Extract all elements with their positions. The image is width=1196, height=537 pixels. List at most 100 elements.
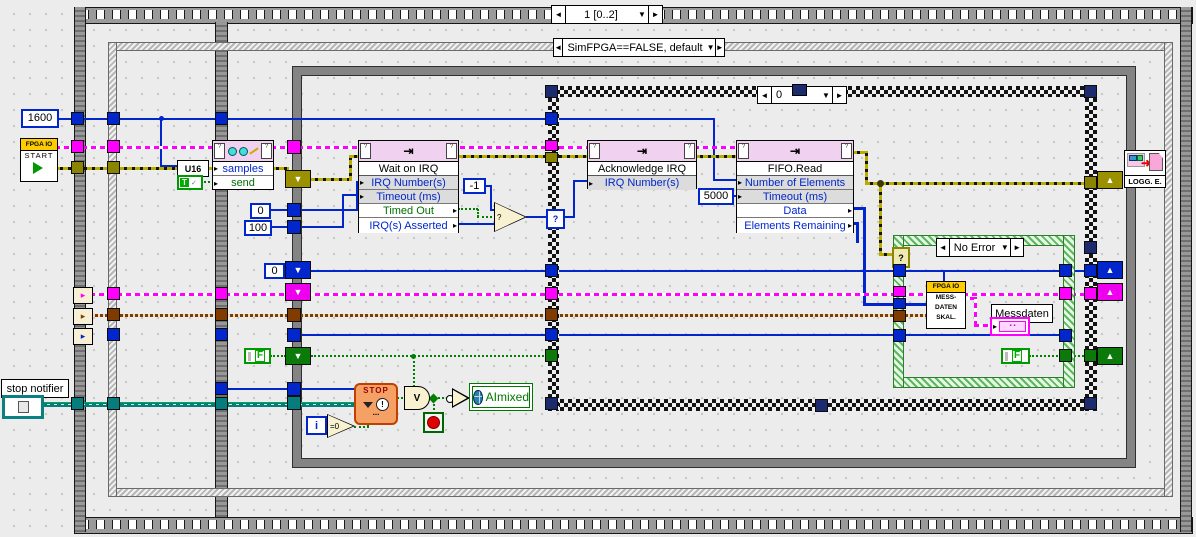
tunnel-green	[1084, 349, 1097, 362]
timeout-input[interactable]: ▸ Timeout (ms)	[737, 190, 853, 204]
property-node[interactable]: ? ? ▸ samples ▸ send	[212, 140, 274, 190]
timed-out-output[interactable]: Timed Out ▸	[359, 204, 458, 218]
tunnel-brown	[545, 308, 558, 321]
false-constant-outer[interactable]: F	[244, 348, 271, 364]
wire-bool-drop	[413, 356, 415, 387]
timeout-input[interactable]: ▸ Timeout (ms)	[359, 190, 458, 204]
wire-false-inner	[1029, 355, 1061, 357]
prev-case-button[interactable]: ◄	[758, 87, 772, 103]
sequence-local-brown[interactable]: ▸	[73, 308, 93, 325]
select-function[interactable]: ?	[494, 202, 527, 232]
error-case-label[interactable]: No Error	[950, 239, 1000, 256]
or-function[interactable]: V	[404, 386, 430, 410]
fifo-read-node[interactable]: ? ⇥ ? FIFO.Read ▸ Number of Elements ▸ Tim…	[736, 140, 854, 233]
corner-tr	[1084, 85, 1097, 98]
messdaten-local-variable[interactable]: ▸ ▪ ▪	[990, 317, 1030, 336]
corner-br	[1084, 397, 1097, 410]
mess-daten-skal-subvi[interactable]: FPGA IO MESS- DATEN SKAL.	[926, 281, 966, 329]
equal-zero-function[interactable]: =0	[327, 414, 355, 438]
sequence-local-blue[interactable]: ▸	[73, 328, 93, 345]
prev-frame-button[interactable]: ◄	[552, 6, 566, 23]
wire-samples-drop	[160, 118, 162, 167]
error-in-icon: ?	[738, 143, 749, 159]
error-in-icon: ?	[360, 143, 371, 159]
tunnel-teal	[71, 397, 84, 410]
labview-block-diagram: ▸ ▸ ▸ ▼ ▼ ▼ ▼ ? ▲ ▲ ▲ ▲ ? ◄ 1 [0..2] ▼ ►…	[0, 0, 1196, 537]
stop-sign-icon	[427, 416, 440, 429]
next-case-button[interactable]: ►	[832, 87, 846, 103]
tunnel-blue	[893, 298, 906, 309]
aimixed-shared-variable[interactable]: AImixed	[469, 383, 533, 411]
shift-register-blue-right[interactable]: ▲	[1097, 261, 1123, 279]
tunnel-teal	[287, 396, 301, 410]
case-dropdown-icon[interactable]: ▼	[999, 239, 1010, 256]
next-case-button[interactable]: ►	[714, 39, 724, 56]
wire-bool-shift	[311, 355, 547, 357]
frame-dropdown-icon[interactable]: ▼	[636, 6, 648, 23]
sequence-local-pink[interactable]: ▸	[73, 287, 93, 304]
timeout-constant[interactable]: 100	[244, 220, 272, 236]
wire-elements-in	[713, 179, 737, 181]
blue-arrow-icon: ▸	[80, 331, 86, 341]
tunnel-blue	[287, 382, 301, 396]
tunnel-blue	[215, 328, 228, 341]
tunnel-olive	[107, 161, 120, 174]
tunnel-pink	[1059, 287, 1072, 300]
acknowledge-irq-node[interactable]: ? ⇥ ? Acknowledge IRQ ▸ IRQ Number(s)	[587, 140, 697, 190]
wire-case-sel-b	[573, 181, 575, 218]
sequence-frame-divider	[215, 22, 228, 517]
case-dropdown-icon[interactable]: ▼	[707, 39, 715, 56]
wait-notification-stop-node[interactable]: STOP ! ...	[354, 383, 398, 425]
property-samples-row[interactable]: ▸ samples	[213, 162, 273, 176]
number-of-elements-input[interactable]: ▸ Number of Elements	[737, 176, 853, 190]
tunnel-blue	[71, 112, 84, 125]
sequence-frame-label[interactable]: 1 [0..2]	[566, 6, 636, 23]
prev-case-button[interactable]: ◄	[937, 239, 950, 256]
tunnel-blue	[893, 329, 906, 342]
shift-register-error-left[interactable]: ▼	[285, 170, 311, 188]
irq-case-border-left	[548, 86, 559, 411]
fpga-start-terminal[interactable]: FPGA IO START	[20, 138, 58, 182]
tunnel-blue	[545, 264, 558, 277]
minus-one-constant[interactable]: -1	[463, 178, 486, 194]
irq-numbers-input[interactable]: ▸ IRQ Number(s)	[359, 176, 458, 190]
irq-asserted-output[interactable]: IRQ(s) Asserted ▸	[359, 218, 458, 233]
invoke-arrow-icon: ⇥	[403, 144, 414, 158]
next-case-button[interactable]: ►	[1010, 239, 1023, 256]
next-frame-button[interactable]: ►	[648, 6, 662, 23]
loop-condition-terminal[interactable]	[423, 412, 444, 433]
prev-case-button[interactable]: ◄	[554, 39, 564, 56]
property-send-row[interactable]: ▸ send	[213, 176, 273, 190]
shift-register-pink-right[interactable]: ▲	[1097, 283, 1123, 301]
tunnel-olive	[545, 152, 558, 163]
shift-register-error-right[interactable]: ▲	[1097, 171, 1123, 189]
data-output[interactable]: Data ▸	[737, 204, 853, 218]
elements-remaining-output[interactable]: Elements Remaining ▸	[737, 218, 853, 233]
stop-notifier-terminal[interactable]	[2, 395, 44, 419]
method-title: Wait on IRQ	[359, 162, 458, 176]
shift-register-green-right[interactable]: ▲	[1097, 347, 1123, 365]
check-icon: ✓	[191, 179, 197, 187]
sim-case-label[interactable]: SimFPGA==FALSE, default	[563, 39, 706, 56]
shift-register-green-left[interactable]: ▼	[285, 347, 311, 365]
shift-init-constant[interactable]: 0	[264, 263, 285, 279]
aimixed-label: AImixed	[485, 390, 529, 404]
shift-register-pink-left[interactable]: ▼	[285, 283, 311, 301]
brown-arrow-icon: ▸	[80, 311, 86, 321]
fifo-timeout-constant[interactable]: 5000	[698, 188, 734, 205]
irq-number-constant[interactable]: 0	[250, 203, 271, 219]
false-constant-inner[interactable]: F	[1001, 348, 1030, 364]
wire-junction	[877, 180, 884, 187]
wire-junction	[159, 116, 164, 121]
samples-constant[interactable]: 1600	[21, 109, 59, 128]
not-function[interactable]	[446, 388, 470, 408]
invoke-arrow-icon: ⇥	[789, 144, 801, 158]
true-constant[interactable]: T ✓	[177, 175, 203, 190]
shift-register-blue-left[interactable]: ▼	[285, 261, 311, 279]
case-dropdown-icon[interactable]: ▼	[820, 87, 832, 103]
tunnel-blue	[215, 112, 228, 125]
wait-on-irq-node[interactable]: ? ⇥ ? Wait on IRQ ▸ IRQ Number(s) ▸ Timeou…	[358, 140, 459, 233]
irq-numbers-input[interactable]: ▸ IRQ Number(s)	[588, 176, 696, 190]
logger-subvi[interactable]: ➜ LOGG. E.	[1124, 150, 1166, 188]
wire-ack-in	[573, 180, 588, 182]
